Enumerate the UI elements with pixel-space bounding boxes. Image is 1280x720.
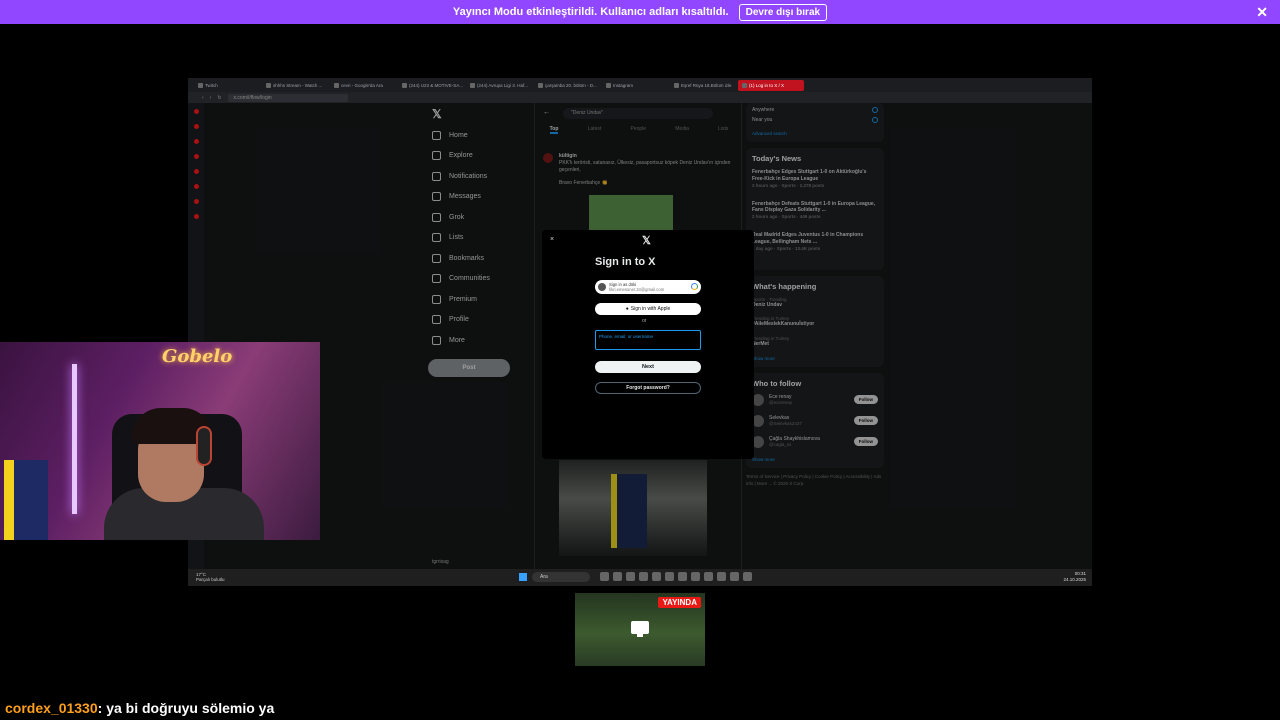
google-icon	[691, 283, 698, 290]
sidebar-app-icon[interactable]	[193, 154, 199, 159]
app-icon[interactable]	[743, 572, 752, 581]
apple-icon: ●	[625, 306, 629, 312]
spotify-icon[interactable]	[717, 572, 726, 581]
screen-share-icon	[631, 621, 649, 637]
tab-favicon-icon	[538, 82, 543, 88]
tab-favicon-icon	[606, 82, 611, 88]
sidebar-app-icon[interactable]	[193, 199, 199, 204]
forgot-password-button[interactable]: Forgot password?	[595, 382, 701, 394]
store-icon[interactable]	[639, 572, 648, 581]
browser-tab[interactable]: Instagram	[602, 80, 668, 91]
app-icon[interactable]	[691, 572, 700, 581]
tab-favicon-icon	[198, 82, 203, 88]
streamer-mode-banner: Yayıncı Modu etkinleştirildi. Kullanıcı …	[0, 0, 1280, 24]
browser-tab[interactable]: çarşamba 20. bölüm - D...	[534, 80, 600, 91]
sidebar-app-icon[interactable]	[193, 184, 199, 189]
weather-widget[interactable]: 17°C Parçalı bulutlu	[196, 572, 225, 583]
sidebar-app-icon[interactable]	[193, 109, 199, 114]
browser-icon[interactable]	[652, 572, 661, 581]
address-bar: ‹ › ↻ x.com/i/flow/login	[188, 92, 1092, 103]
folder-icon[interactable]	[626, 572, 635, 581]
neon-sign: Gobelo	[162, 346, 233, 367]
sidebar-app-icon[interactable]	[193, 169, 199, 174]
forward-icon[interactable]: ›	[210, 95, 212, 101]
tab-favicon-icon	[402, 82, 407, 88]
browser-tab[interactable]: Twitch	[194, 80, 260, 91]
reload-icon[interactable]: ↻	[217, 95, 221, 101]
browser-tab[interactable]: (244) Avrupa Ligi 3. Haf...	[466, 80, 532, 91]
or-divider: or	[642, 318, 647, 324]
windows-start-icon[interactable]	[519, 573, 527, 581]
sidebar-app-icon[interactable]	[193, 139, 199, 144]
tab-favicon-icon	[742, 82, 747, 88]
captured-screen: Twitch shhhs Stream - Watch ... cevri - …	[188, 78, 1092, 586]
browser-tab-active[interactable]: (1) Log in to X / X	[738, 79, 804, 91]
x-page: 𝕏 Home Explore Notifications Messages Gr…	[204, 103, 1092, 573]
hanging-jersey	[4, 460, 48, 540]
username-field[interactable]: Phone, email, or username	[595, 330, 701, 350]
webcam-overlay: Gobelo	[0, 342, 320, 540]
url-field[interactable]: x.com/i/flow/login	[227, 93, 348, 102]
avatar	[598, 283, 606, 291]
disable-streamer-mode-button[interactable]: Devre dışı bırak	[738, 3, 828, 21]
apple-sign-in-button[interactable]: ● Sign in with Apple	[595, 303, 701, 315]
sidebar-app-icon[interactable]	[193, 124, 199, 129]
live-badge: YAYINDA	[658, 597, 701, 608]
tab-favicon-icon	[674, 82, 679, 88]
banner-message: Yayıncı Modu etkinleştirildi. Kullanıcı …	[452, 6, 729, 18]
headphones-icon	[196, 426, 212, 466]
app-icon[interactable]	[613, 572, 622, 581]
windows-taskbar: 17°C Parçalı bulutlu Ara 00:31 24.10.2025	[188, 569, 1092, 586]
browser-tab[interactable]: shhhs Stream - Watch ...	[262, 80, 328, 91]
discord-icon[interactable]	[704, 572, 713, 581]
neon-tube-light	[72, 364, 77, 514]
sidebar-app-icon[interactable]	[193, 214, 199, 219]
chat-message: cordex_01330: ya bi doğruyu sölemio ya	[5, 700, 274, 716]
modal-title: Sign in to X	[595, 256, 656, 268]
browser-tab[interactable]: (244) U23 & MOTIVE-SA...	[398, 80, 464, 91]
tab-favicon-icon	[334, 82, 339, 88]
next-button[interactable]: Next	[595, 361, 701, 373]
x-logo: 𝕏	[642, 235, 651, 247]
opera-icon[interactable]	[678, 572, 687, 581]
tab-favicon-icon	[266, 82, 271, 88]
browser-tab-bar: Twitch shhhs Stream - Watch ... cevri - …	[188, 78, 1092, 92]
close-icon[interactable]: ×	[550, 236, 554, 243]
google-sign-in-button[interactable]: Sign in as döki fikri.emesoner.34@gmail.…	[595, 280, 701, 294]
browser-tab[interactable]: cevri - Google'da Ara	[330, 80, 396, 91]
taskbar-apps	[600, 572, 752, 581]
back-icon[interactable]: ‹	[202, 95, 204, 101]
steam-icon[interactable]	[730, 572, 739, 581]
edge-icon[interactable]	[665, 572, 674, 581]
login-modal: × 𝕏 Sign in to X Sign in as döki fikri.e…	[542, 230, 754, 459]
chat-username[interactable]: cordex_01330	[5, 700, 98, 716]
taskbar-search-input[interactable]: Ara	[532, 572, 590, 582]
stream-preview-thumbnail[interactable]: YAYINDA	[575, 593, 705, 666]
browser-tab[interactable]: Eşref Rüya 18.Bölüm izle	[670, 80, 736, 91]
chat-text: : ya bi doğruyu sölemio ya	[97, 700, 275, 716]
tab-favicon-icon	[470, 82, 475, 88]
app-icon[interactable]	[600, 572, 609, 581]
close-icon[interactable]: ✕	[1256, 4, 1268, 21]
taskbar-clock[interactable]: 00:31 24.10.2025	[1063, 571, 1086, 583]
